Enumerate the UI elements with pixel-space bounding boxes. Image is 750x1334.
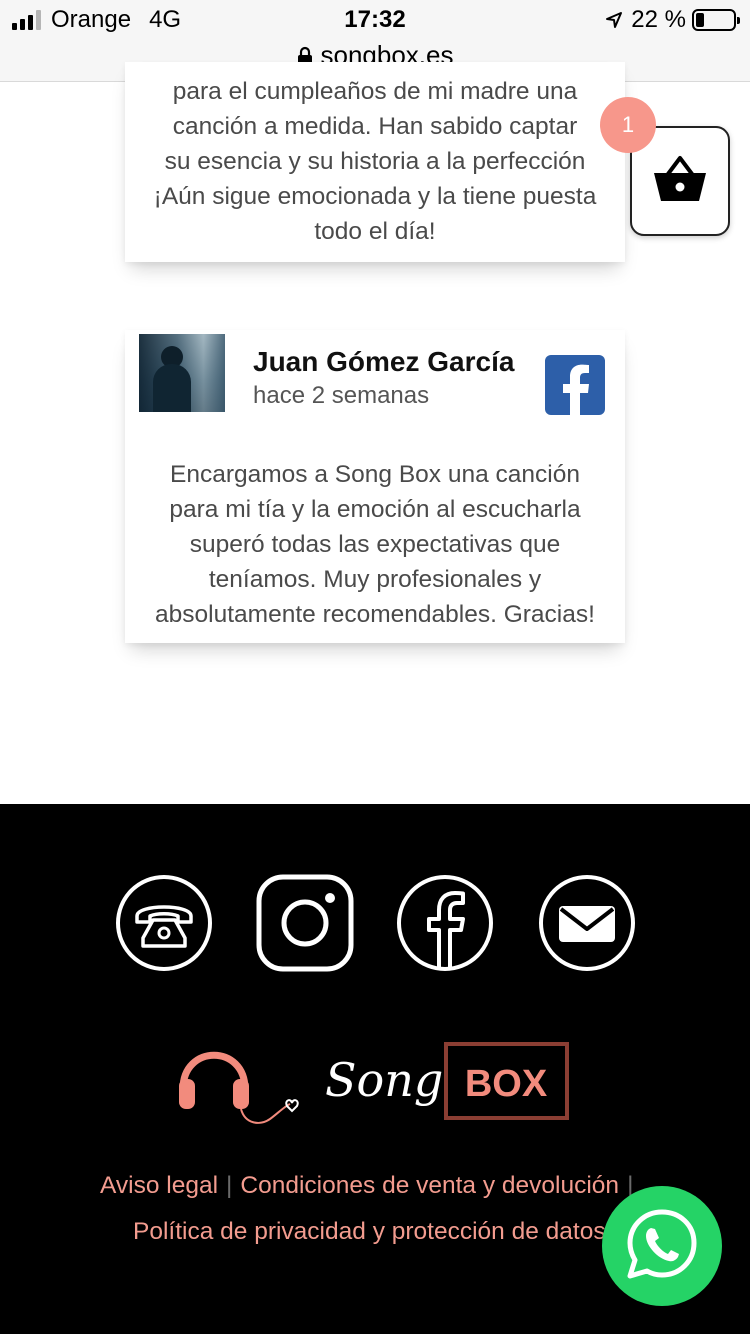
review-card: Juan Gómez García hace 2 semanas Encarga… bbox=[125, 330, 625, 643]
basket-icon bbox=[652, 154, 708, 209]
instagram-icon[interactable] bbox=[256, 874, 354, 972]
battery-icon bbox=[692, 9, 740, 31]
reviewer-name[interactable]: Juan Gómez García bbox=[253, 346, 514, 378]
facebook-icon[interactable] bbox=[545, 355, 605, 415]
songbox-logo[interactable]: Song BOX bbox=[175, 1034, 575, 1129]
logo-box-text: BOX bbox=[465, 1063, 548, 1105]
email-icon[interactable] bbox=[538, 874, 636, 972]
sales-conditions-link[interactable]: Condiciones de venta y devolución bbox=[240, 1172, 619, 1199]
reviewer-avatar[interactable] bbox=[139, 334, 225, 412]
phone-icon[interactable] bbox=[115, 874, 213, 972]
whatsapp-button[interactable] bbox=[602, 1186, 722, 1306]
battery-percent: 22 % bbox=[631, 6, 686, 33]
review-card: para el cumpleaños de mi madre una canci… bbox=[125, 62, 625, 262]
review-text: para el cumpleaños de mi madre una canci… bbox=[125, 74, 625, 249]
review-text-line: ¡Aún sigue emocionada y la tiene puesta bbox=[153, 183, 597, 210]
review-text-line: superó todas las expectativas que bbox=[189, 531, 561, 558]
location-arrow-icon bbox=[605, 11, 623, 29]
facebook-icon[interactable] bbox=[396, 874, 494, 972]
status-right: 22 % bbox=[605, 6, 740, 34]
review-text-line: teníamos. Muy profesionales y bbox=[208, 566, 542, 593]
legal-notice-link[interactable]: Aviso legal bbox=[100, 1172, 218, 1199]
review-text-line: absolutamente recomendables. Gracias! bbox=[155, 601, 595, 628]
battery-fill bbox=[696, 13, 704, 27]
review-text-line: para el cumpleaños de mi madre una bbox=[172, 78, 578, 105]
link-separator: | bbox=[226, 1172, 233, 1199]
review-text: Encargamos a Song Box una canción para m… bbox=[125, 457, 625, 632]
whatsapp-icon bbox=[624, 1206, 700, 1287]
review-text-line: su esencia y su historia a la perfección bbox=[164, 148, 586, 175]
review-date: hace 2 semanas bbox=[253, 382, 430, 409]
review-text-line: canción a medida. Han sabido captar bbox=[172, 113, 578, 140]
review-text-line: para mi tía y la emoción al escucharla bbox=[169, 496, 581, 523]
review-text-line: todo el día! bbox=[314, 218, 436, 245]
cart-count-badge: 1 bbox=[600, 97, 656, 153]
review-text-line: Encargamos a Song Box una canción bbox=[170, 461, 580, 488]
privacy-policy-link[interactable]: Política de privacidad y protección de d… bbox=[133, 1218, 606, 1245]
logo-script-text: Song bbox=[325, 1053, 443, 1107]
